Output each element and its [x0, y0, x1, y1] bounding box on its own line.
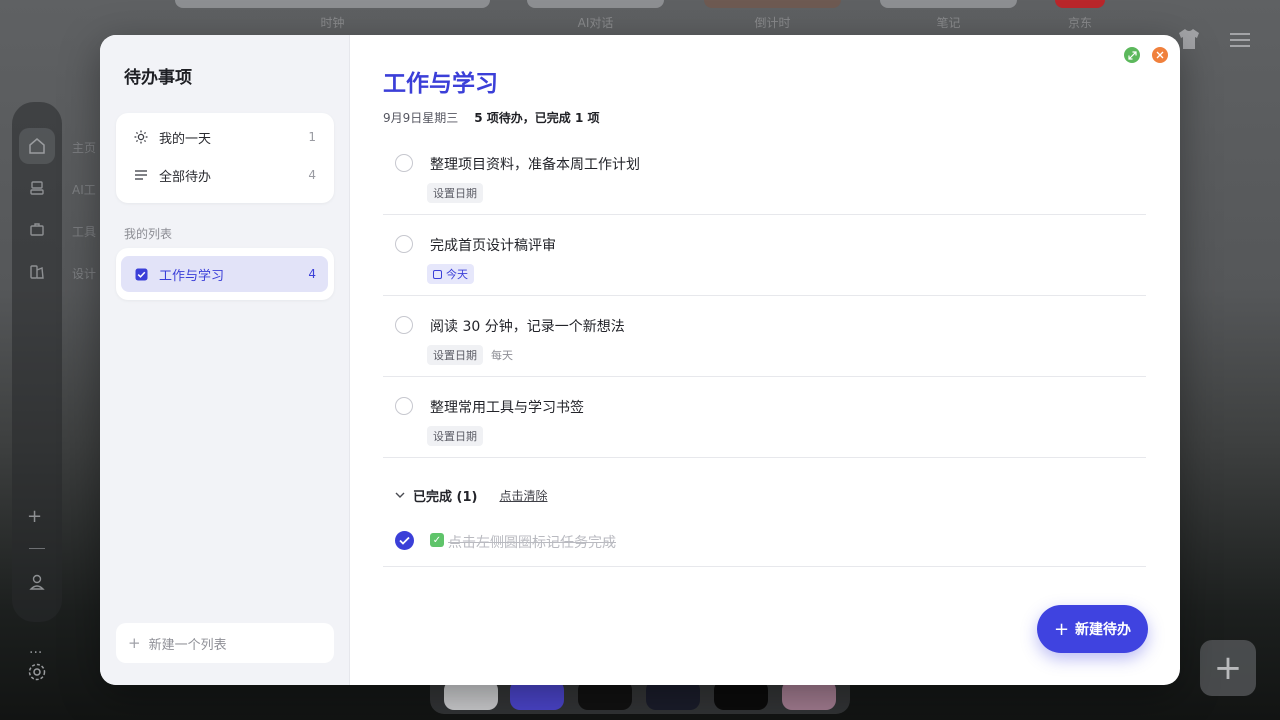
app-label: 时钟 [320, 16, 345, 30]
desktop-add-button[interactable]: + [1200, 640, 1256, 696]
date-label: 9月9日星期三 [383, 111, 459, 125]
sidebar-item-all-todos[interactable]: 全部待办 4 [121, 157, 328, 193]
more-icon[interactable]: ··· [29, 645, 42, 661]
due-date-chip[interactable]: 设置日期 [427, 183, 483, 203]
task-item[interactable]: 整理常用工具与学习书签 设置日期 [383, 386, 1146, 458]
my-lists-card: 工作与学习 4 [116, 248, 334, 300]
sidebar-title: 待办事项 [124, 68, 192, 88]
plus-icon[interactable]: + [27, 506, 42, 527]
close-button[interactable] [1152, 47, 1168, 63]
due-date-chip[interactable]: 设置日期 [427, 426, 483, 446]
completed-title: 已完成 (1) [413, 490, 478, 505]
task-item[interactable]: 完成首页设计稿评审 今天 [383, 224, 1146, 296]
new-todo-label: 新建待办 [1075, 622, 1132, 638]
robot-icon[interactable] [19, 170, 55, 206]
new-todo-button[interactable]: + 新建待办 [1037, 605, 1148, 653]
shirt-icon[interactable] [1177, 28, 1201, 56]
sun-icon [133, 129, 149, 145]
new-list-label: 新建一个列表 [148, 637, 227, 653]
checkbox-icon [133, 266, 149, 282]
check-mark-icon: ✓ [430, 533, 444, 547]
app-clock[interactable]: 时钟 [175, 0, 490, 31]
plus-icon: + [128, 634, 141, 652]
my-lists-heading: 我的列表 [124, 227, 173, 241]
plus-icon: + [1053, 618, 1070, 640]
repeat-label: 每天 [491, 349, 513, 362]
calendar-icon [433, 269, 442, 279]
page-title: 工作与学习 [383, 71, 498, 97]
todo-window: 待办事项 我的一天 1 全部待办 4 我的列表 工作与学习 4 + 新建一个列表… [100, 35, 1180, 685]
rail-label: AI工 [72, 183, 96, 197]
app-label: 笔记 [936, 16, 961, 30]
list-summary: 9月9日星期三 5 项待办，已完成 1 项 [383, 109, 600, 126]
rail-divider [29, 548, 45, 549]
briefcase-icon[interactable] [19, 212, 55, 248]
app-label: 倒计时 [754, 16, 791, 30]
app-jd[interactable]: 京东 [1055, 0, 1105, 31]
smart-lists-card: 我的一天 1 全部待办 4 [116, 113, 334, 203]
todo-sidebar: 待办事项 我的一天 1 全部待办 4 我的列表 工作与学习 4 + 新建一个列表 [100, 35, 350, 685]
sidebar-item-count: 4 [308, 168, 316, 182]
due-date-label: 今天 [446, 268, 468, 281]
task-item[interactable]: 整理项目资料，准备本周工作计划 设置日期 [383, 143, 1146, 215]
rail-label: 设计 [72, 267, 97, 281]
clear-completed-link[interactable]: 点击清除 [499, 487, 547, 504]
task-title: 整理常用工具与学习书签 [430, 400, 584, 416]
task-title: 阅读 30 分钟，记录一个新想法 [430, 319, 625, 335]
completed-task-title: 点击左侧圆圈标记任务完成 [448, 535, 616, 551]
chevron-down-icon [395, 489, 405, 502]
task-checkbox[interactable] [395, 154, 413, 172]
app-label: AI对话 [577, 16, 614, 30]
sidebar-item-work-study[interactable]: 工作与学习 4 [121, 256, 328, 292]
task-checkbox[interactable] [395, 235, 413, 253]
task-checkbox[interactable] [395, 316, 413, 334]
task-item[interactable]: 阅读 30 分钟，记录一个新想法 设置日期 每天 [383, 305, 1146, 377]
sidebar-item-label: 我的一天 [159, 131, 212, 147]
sidebar-item-count: 4 [308, 267, 316, 281]
desktop-top-apps: 时钟 AI对话 倒计时 笔记 京东 [0, 0, 1280, 36]
sidebar-item-label: 全部待办 [159, 169, 212, 185]
app-ai-chat[interactable]: AI对话 [527, 0, 664, 31]
maximize-button[interactable] [1124, 47, 1140, 63]
gear-icon[interactable] [26, 661, 48, 687]
sidebar-item-label: 工作与学习 [159, 268, 225, 284]
app-countdown[interactable]: 倒计时 [704, 0, 841, 31]
palette-icon[interactable] [19, 254, 55, 290]
sidebar-item-my-day[interactable]: 我的一天 1 [121, 119, 328, 155]
home-icon[interactable] [19, 128, 55, 164]
completed-section-header[interactable]: 已完成 (1) 点击清除 [395, 486, 547, 505]
menu-icon[interactable] [1229, 30, 1251, 55]
task-checkbox[interactable] [395, 397, 413, 415]
desktop-side-rail [12, 102, 62, 622]
rail-label: 主页 [72, 141, 97, 155]
due-date-chip[interactable]: 今天 [427, 264, 474, 284]
app-notes[interactable]: 笔记 [880, 0, 1017, 31]
todo-main: 工作与学习 9月9日星期三 5 项待办，已完成 1 项 整理项目资料，准备本周工… [350, 35, 1180, 685]
new-list-button[interactable]: + 新建一个列表 [116, 623, 334, 663]
rail-label: 工具 [72, 225, 97, 239]
due-date-chip[interactable]: 设置日期 [427, 345, 483, 365]
list-icon [133, 167, 149, 183]
user-icon[interactable] [29, 573, 45, 595]
completed-task-item[interactable]: ✓ 点击左侧圆圈标记任务完成 [383, 522, 1146, 567]
task-title: 完成首页设计稿评审 [430, 238, 556, 254]
task-title: 整理项目资料，准备本周工作计划 [430, 157, 640, 173]
sidebar-item-count: 1 [308, 130, 316, 144]
app-label: 京东 [1067, 16, 1092, 30]
completed-checkbox[interactable] [395, 531, 414, 550]
summary-label: 5 项待办，已完成 1 项 [474, 111, 600, 125]
